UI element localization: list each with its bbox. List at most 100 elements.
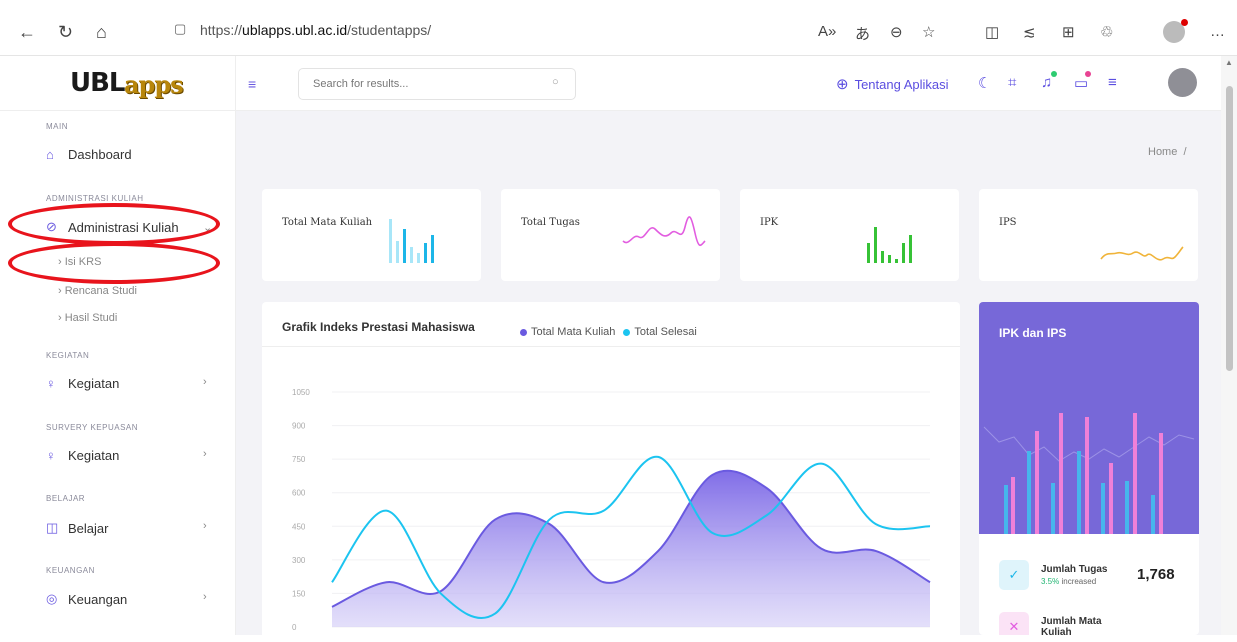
home-icon[interactable]: ⌂	[96, 22, 107, 43]
main-content: Home / Total Mata Kuliah Total Tugas IPK…	[236, 111, 1221, 642]
stat-title: Total Tugas	[521, 217, 580, 228]
legend-item[interactable]: Total Mata Kuliah	[520, 326, 615, 338]
check-icon: ✓	[999, 560, 1029, 590]
sidebar-item-kegiatan-survey[interactable]: ♀ Kegiatan	[46, 448, 119, 463]
url-text: https://ublapps.ubl.ac.id/studentapps/	[200, 22, 432, 38]
globe-icon: ⊕	[836, 76, 849, 93]
sidebar-subitem-hasil-studi[interactable]: › Hasil Studi	[58, 312, 117, 324]
y-tick-label: 0	[292, 623, 297, 632]
ipk-ips-chart-area: IPK dan IPS	[979, 302, 1199, 534]
topbar: ≡ ○ ⊕ Tentang Aplikasi ☾ ⌗ ♫ ▭ ≡	[236, 56, 1237, 111]
search-input[interactable]	[298, 68, 576, 100]
sidebar-item-label: Kegiatan	[68, 376, 120, 391]
sidebar-category-keuangan: KEUANGAN	[46, 566, 95, 575]
sidebar-category-main: MAIN	[46, 122, 68, 131]
sidebar-item-label: Keuangan	[68, 591, 128, 607]
metric-label: Jumlah Tugas	[1041, 564, 1108, 575]
logo[interactable]: UBL apps	[0, 56, 235, 111]
page-info-icon[interactable]: ▢	[174, 21, 186, 37]
area-line-chart: 1050 900 750 600 450 300 150 0	[292, 388, 931, 632]
annotation-circle	[8, 242, 220, 284]
ipk-bar-chart	[983, 413, 1195, 534]
metric-label: Jumlah Mata	[1041, 616, 1102, 627]
annotation-circle	[8, 203, 220, 245]
ipk-ips-card: IPK dan IPS ✓ Jumlah Tugas 3.5% increase…	[979, 302, 1199, 635]
sidebar-category-belajar: BELAJAR	[46, 494, 86, 503]
menu-toggle-icon[interactable]: ≡	[248, 76, 256, 92]
extensions-icon[interactable]: ♲	[1100, 23, 1113, 41]
chart-card-header: Grafik Indeks Prestasi Mahasiswa	[262, 302, 960, 347]
back-icon[interactable]: ←	[18, 22, 36, 43]
split-screen-icon[interactable]: ◫	[985, 23, 999, 41]
close-icon: ✕	[999, 612, 1029, 635]
chevron-right-icon: ›	[203, 520, 207, 532]
translate-icon[interactable]: あ	[855, 23, 870, 44]
stat-card-ips: IPS	[979, 189, 1198, 281]
metric-trend: 3.5% increased	[1041, 577, 1097, 586]
sidebar-item-belajar[interactable]: ◫ Belajar	[46, 520, 108, 536]
sidebar-item-dashboard[interactable]: ⌂ Dashboard	[46, 147, 132, 162]
scroll-up-icon[interactable]: ▲	[1225, 58, 1233, 67]
read-aloud-icon[interactable]: A»	[818, 23, 836, 40]
sparkline-bars	[867, 227, 912, 263]
logo-apps: apps	[124, 70, 184, 99]
avatar[interactable]	[1168, 68, 1197, 97]
chevron-right-icon: ›	[203, 448, 207, 460]
favorites-icon[interactable]: ≲	[1023, 23, 1036, 41]
sidebar-subitem-rencana-studi[interactable]: › Rencana Studi	[58, 285, 137, 297]
sidebar-menu-icon[interactable]: ≡	[1108, 74, 1117, 91]
disc-icon: ◎	[46, 591, 58, 606]
sidebar-category-kegiatan: KEGIATAN	[46, 351, 90, 360]
fullscreen-icon[interactable]: ⌗	[1008, 74, 1016, 91]
reload-icon[interactable]: ↻	[58, 22, 73, 43]
sidebar: UBL apps MAIN ⌂ Dashboard ADMINISTRASI K…	[0, 56, 236, 635]
metric-label: Kuliah	[1041, 627, 1072, 635]
y-tick-label: 750	[292, 455, 306, 464]
stat-card-total-tugas: Total Tugas	[501, 189, 720, 281]
sidebar-item-label: Kegiatan	[68, 448, 120, 463]
stat-card-ipk: IPK	[740, 189, 959, 281]
notification-dot	[1051, 71, 1057, 77]
favorite-icon[interactable]: ☆	[922, 23, 935, 41]
sidebar-item-label: Dashboard	[68, 147, 132, 162]
award-icon: ♀	[46, 376, 56, 391]
y-tick-label: 450	[292, 522, 306, 531]
award-icon: ♀	[46, 448, 56, 463]
search-icon[interactable]: ○	[552, 76, 559, 88]
y-tick-label: 150	[292, 589, 306, 598]
metric-jumlah-mata-kuliah: ✕ Jumlah Mata Kuliah	[999, 612, 1102, 635]
ipk-title: IPK dan IPS	[999, 326, 1067, 340]
sidebar-item-keuangan[interactable]: ◎ Keuangan	[46, 591, 127, 607]
stat-card-total-mata-kuliah: Total Mata Kuliah	[262, 189, 481, 281]
dark-mode-icon[interactable]: ☾	[978, 74, 991, 92]
book-icon: ◫	[46, 520, 59, 535]
breadcrumb-home[interactable]: Home	[1148, 146, 1177, 158]
collections-icon[interactable]: ⊞	[1062, 23, 1075, 41]
legend-label: Total Selesai	[634, 326, 697, 338]
chart-title: Grafik Indeks Prestasi Mahasiswa	[282, 320, 475, 334]
notification-icon[interactable]: ♫	[1041, 74, 1052, 91]
more-icon[interactable]: …	[1210, 23, 1225, 40]
chevron-right-icon: ›	[203, 376, 207, 388]
breadcrumb: Home /	[1148, 146, 1187, 158]
sparkline-bars	[389, 219, 434, 263]
sparkline-line	[1100, 246, 1184, 261]
sparkline-line	[622, 216, 706, 247]
about-app-link[interactable]: ⊕ Tentang Aplikasi	[836, 75, 949, 93]
zoom-icon[interactable]: ⊖	[890, 23, 903, 41]
series-area-total-mata-kuliah	[332, 470, 930, 627]
about-app-label: Tentang Aplikasi	[854, 76, 949, 92]
home-icon: ⌂	[46, 147, 54, 162]
stat-title: IPK	[760, 217, 779, 228]
browser-profile-avatar[interactable]	[1163, 19, 1188, 43]
y-tick-label: 300	[292, 556, 306, 565]
chevron-right-icon: ›	[203, 591, 207, 603]
sidebar-item-kegiatan[interactable]: ♀ Kegiatan	[46, 376, 119, 391]
legend-item[interactable]: Total Selesai	[623, 326, 697, 338]
metric-jumlah-tugas: ✓ Jumlah Tugas 3.5% increased	[999, 560, 1108, 590]
scroll-thumb[interactable]	[1226, 86, 1233, 371]
y-tick-label: 1050	[292, 388, 310, 397]
page-scrollbar[interactable]: ▲	[1221, 56, 1237, 635]
chart-card: Grafik Indeks Prestasi Mahasiswa Total M…	[262, 302, 960, 642]
legend-label: Total Mata Kuliah	[531, 326, 616, 338]
